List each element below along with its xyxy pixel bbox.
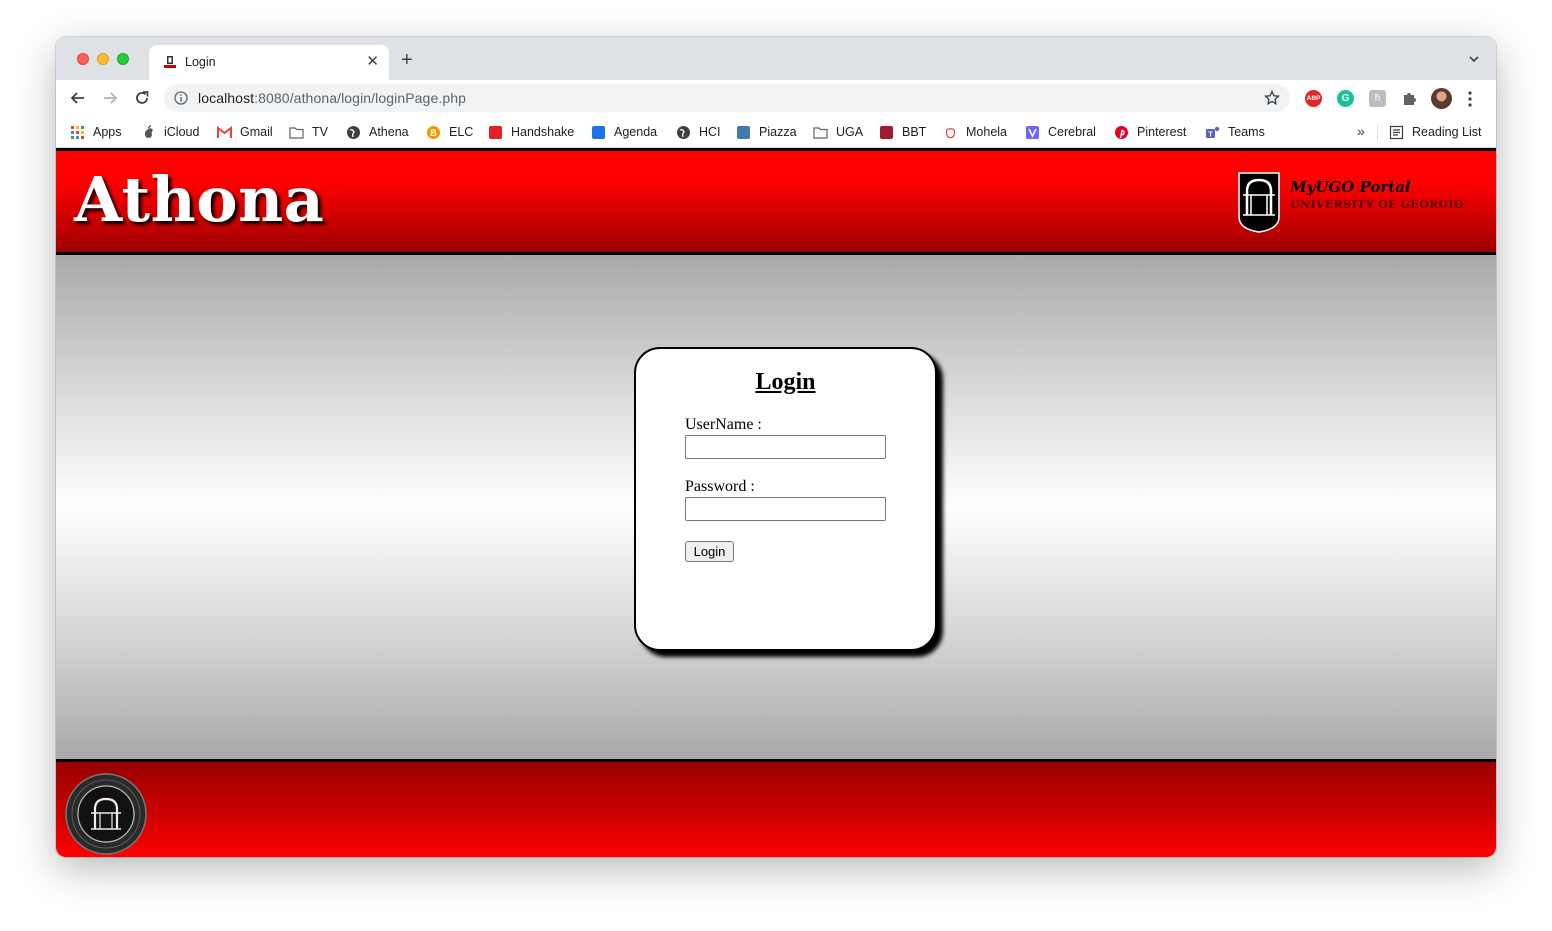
close-window-button[interactable] (77, 53, 89, 65)
chrome-menu-icon[interactable] (1468, 91, 1472, 107)
bookmark-elc[interactable]: B ELC (426, 123, 473, 141)
password-input[interactable] (685, 497, 886, 521)
handshake-icon (489, 125, 502, 139)
bookmarks-divider (1377, 125, 1378, 141)
address-bar[interactable]: localhost:8080/athona/login/loginPage.ph… (164, 84, 1290, 112)
tab-search-chevron-icon[interactable] (1468, 53, 1480, 65)
bookmark-cerebral[interactable]: Cerebral (1025, 123, 1096, 141)
maximize-window-button[interactable] (117, 53, 129, 65)
bookmark-piazza[interactable]: Piazza (736, 123, 797, 141)
bookmark-label: ELC (449, 125, 474, 139)
elc-icon: B (427, 125, 440, 139)
mohela-icon (945, 127, 956, 138)
site-title: Athona (74, 163, 325, 236)
username-label: UserName : (685, 416, 762, 433)
bookmark-label: BBT (902, 125, 927, 139)
bookmark-apps[interactable]: Apps (70, 123, 122, 141)
uga-favicon-icon (164, 56, 176, 68)
bookmark-handshake[interactable]: Handshake (488, 123, 574, 141)
svg-text:T: T (1208, 131, 1213, 138)
bookmark-pinterest[interactable]: Pinterest (1114, 123, 1186, 141)
uga-arch-logo-icon (1238, 172, 1280, 233)
teams-icon: T (1206, 126, 1220, 138)
bookmarks-overflow-button[interactable]: » (1357, 123, 1365, 139)
portal-subtitle: UNIVERSITY OF GEORGIO (1290, 198, 1465, 211)
tab-title: Login (185, 55, 216, 69)
bookmark-label: Mohela (966, 125, 1007, 139)
svg-text:B: B (430, 128, 437, 138)
apple-icon (144, 124, 153, 138)
honey-extension-icon[interactable]: ħ (1369, 90, 1386, 107)
reading-list-button[interactable]: Reading List (1389, 123, 1482, 141)
bookmark-label: UGA (836, 125, 864, 139)
browser-toolbar: localhost:8080/athona/login/loginPage.ph… (56, 80, 1496, 116)
bookmark-label: HCI (699, 125, 721, 139)
tab-login[interactable]: Login ✕ (149, 45, 389, 80)
bookmark-label: Piazza (759, 125, 797, 139)
cerebral-icon (1026, 125, 1039, 139)
agenda-icon (592, 125, 605, 139)
bookmark-label: TV (312, 125, 328, 139)
bookmark-uga[interactable]: UGA (813, 123, 863, 141)
bookmark-gmail[interactable]: Gmail (217, 123, 273, 141)
username-input[interactable] (685, 435, 886, 459)
adblock-extension-icon[interactable]: ABP (1305, 90, 1322, 107)
login-heading: Login (755, 369, 816, 395)
bookmark-teams[interactable]: T Teams (1205, 123, 1265, 141)
browser-window: Login ✕ + localhost:8080/athona/login/lo… (56, 37, 1496, 857)
login-button[interactable]: Login (685, 541, 734, 562)
site-footer (56, 759, 1496, 857)
globe-icon (347, 125, 360, 139)
portal-title: MyUGO Portal (1290, 178, 1411, 196)
reading-list-icon (1389, 125, 1404, 139)
new-tab-button[interactable]: + (401, 50, 413, 70)
piazza-icon (737, 125, 750, 139)
forward-arrow-icon[interactable] (100, 88, 120, 108)
password-label: Password : (685, 478, 755, 495)
bookmarks-bar: Apps iCloud Gmail TV Athena B ELC Handshake Agen… (56, 116, 1496, 148)
bookmark-label: Agenda (614, 125, 658, 139)
bookmark-bbt[interactable]: BBT (879, 123, 926, 141)
web-page: Athona MyUGO Portal UNIVERSITY OF GEORGI… (56, 148, 1496, 857)
grammarly-extension-icon[interactable]: G (1337, 90, 1354, 107)
gmail-icon (217, 125, 232, 138)
bookmark-label: Teams (1228, 125, 1265, 139)
bookmark-hci[interactable]: HCI (676, 123, 721, 141)
bookmark-star-icon[interactable] (1264, 90, 1280, 106)
globe-icon (677, 125, 690, 139)
bookmark-tv[interactable]: TV (289, 123, 328, 141)
profile-avatar[interactable] (1431, 88, 1452, 109)
bookmark-icloud[interactable]: iCloud (141, 123, 199, 141)
extensions-puzzle-icon[interactable] (1401, 90, 1418, 107)
bookmark-label: Athena (369, 125, 409, 139)
bookmark-label: Apps (93, 125, 122, 139)
folder-icon (813, 126, 828, 139)
university-seal-icon (65, 773, 147, 855)
bookmark-agenda[interactable]: Agenda (591, 123, 657, 141)
site-info-icon[interactable] (174, 91, 188, 105)
folder-icon (289, 126, 304, 139)
apps-grid-icon (71, 125, 84, 139)
reading-list-label: Reading List (1412, 125, 1482, 139)
reload-icon[interactable] (132, 88, 152, 108)
bookmark-label: Gmail (240, 125, 273, 139)
minimize-window-button[interactable] (97, 53, 109, 65)
url-text: localhost:8080/athona/login/loginPage.ph… (198, 90, 466, 106)
bookmark-label: iCloud (164, 125, 200, 139)
bookmark-mohela[interactable]: Mohela (943, 123, 1007, 141)
tab-strip: Login ✕ + (56, 37, 1496, 80)
login-card: Login UserName : Password : Login (634, 347, 937, 651)
bookmark-label: Handshake (511, 125, 575, 139)
bbt-icon (880, 125, 893, 139)
bookmark-label: Cerebral (1048, 125, 1096, 139)
bookmark-label: Pinterest (1137, 125, 1187, 139)
bookmark-athena[interactable]: Athena (346, 123, 409, 141)
tab-close-icon[interactable]: ✕ (366, 53, 379, 71)
back-arrow-icon[interactable] (68, 88, 88, 108)
site-header: Athona MyUGO Portal UNIVERSITY OF GEORGI… (56, 148, 1496, 255)
pinterest-icon (1115, 125, 1128, 139)
main-content: Login UserName : Password : Login (56, 255, 1496, 759)
